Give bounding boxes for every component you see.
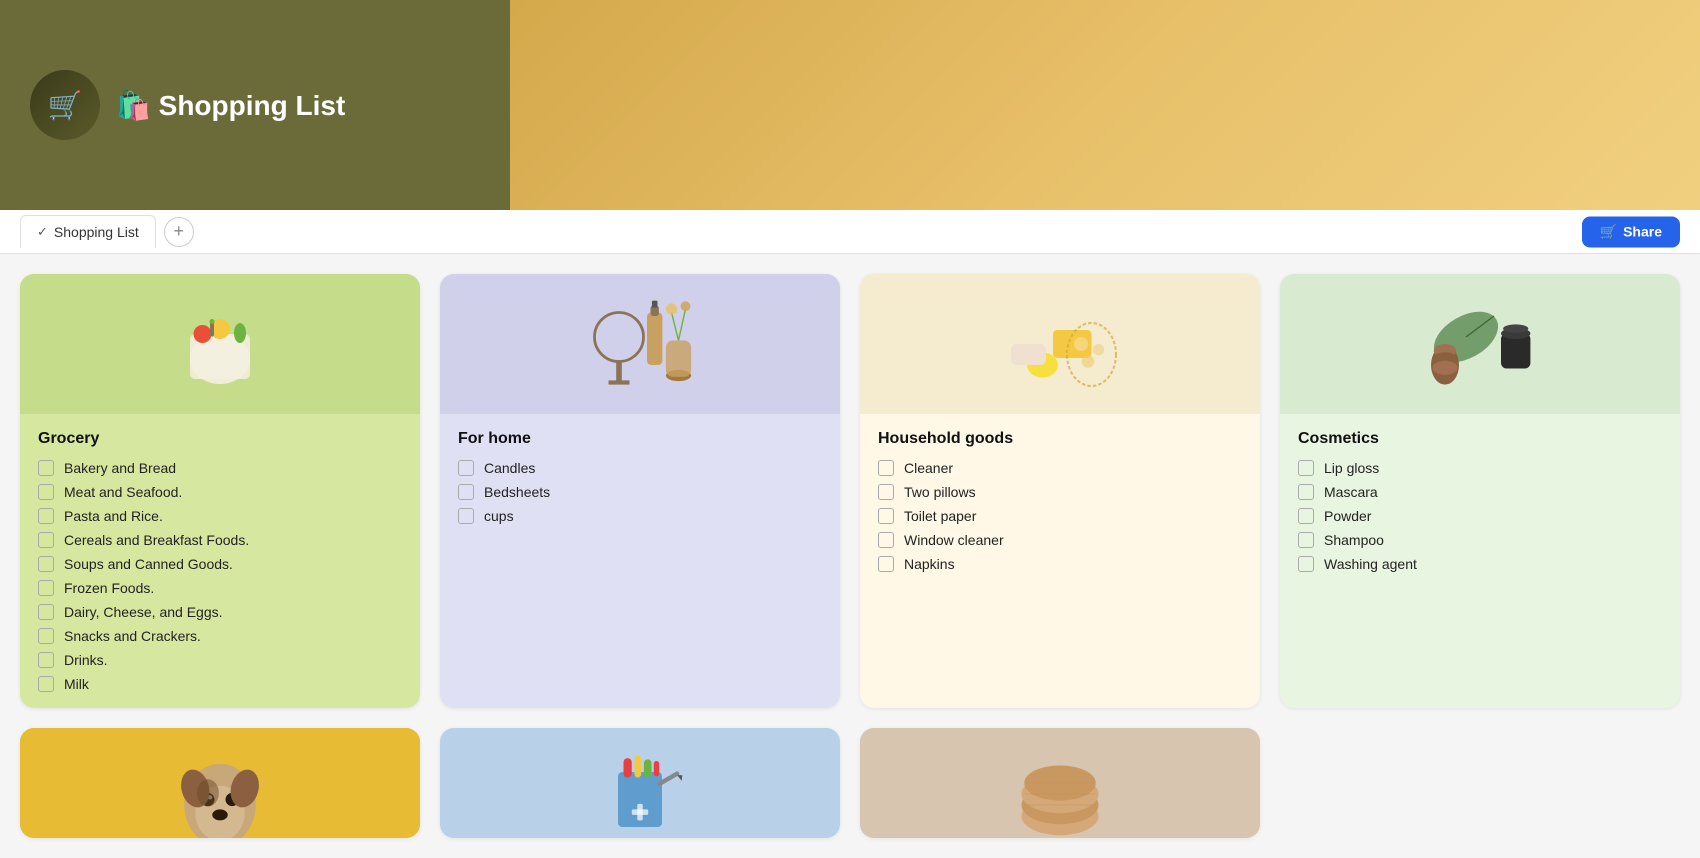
checkbox-dairy[interactable] (38, 604, 54, 620)
checkbox-lip-gloss[interactable] (1298, 460, 1314, 476)
checkbox-cups[interactable] (458, 508, 474, 524)
list-item: Pasta and Rice. (38, 508, 402, 524)
checkbox-toilet-paper[interactable] (878, 508, 894, 524)
list-item: Milk (38, 676, 402, 692)
checkbox-shampoo[interactable] (1298, 532, 1314, 548)
list-item: Washing agent (1298, 556, 1662, 572)
card-forhome-body: For home Candles Bedsheets cups (440, 414, 840, 540)
list-item: Toilet paper (878, 508, 1242, 524)
checkbox-bakery[interactable] (38, 460, 54, 476)
checkbox-cleaner[interactable] (878, 460, 894, 476)
main-grid: Grocery Bakery and Bread Meat and Seafoo… (0, 254, 1700, 858)
checkbox-pillows[interactable] (878, 484, 894, 500)
card-household-title: Household goods (878, 430, 1242, 448)
card-household: Household goods Cleaner Two pillows Toil… (860, 274, 1260, 708)
checkbox-frozen[interactable] (38, 580, 54, 596)
card-pets-image (20, 728, 420, 838)
card-pets (20, 728, 420, 838)
checkbox-powder[interactable] (1298, 508, 1314, 524)
list-item: Two pillows (878, 484, 1242, 500)
card-cosmetics-title: Cosmetics (1298, 430, 1662, 448)
card-pharmacy-image (440, 728, 840, 838)
list-item: Soups and Canned Goods. (38, 556, 402, 572)
avatar-image: 🛒 (30, 70, 100, 140)
card-forhome-title: For home (458, 430, 822, 448)
tab-bar: ✓ Shopping List + 🛒 Share (0, 210, 1700, 254)
share-button[interactable]: 🛒 Share (1582, 216, 1680, 247)
title-emoji: 🛍️ (116, 90, 159, 121)
page-title: 🛍️ Shopping List (116, 89, 345, 122)
card-cosmetics: Cosmetics Lip gloss Mascara Powder Shamp… (1280, 274, 1680, 708)
header: 🛒 🛍️ Shopping List (0, 0, 1700, 210)
avatar: 🛒 (30, 70, 100, 140)
tab-shopping-list[interactable]: ✓ Shopping List (20, 215, 156, 248)
list-item: Dairy, Cheese, and Eggs. (38, 604, 402, 620)
card-grocery: Grocery Bakery and Bread Meat and Seafoo… (20, 274, 420, 708)
list-item: Bedsheets (458, 484, 822, 500)
checkbox-drinks[interactable] (38, 652, 54, 668)
checkbox-pasta[interactable] (38, 508, 54, 524)
list-item: Drinks. (38, 652, 402, 668)
checkbox-napkins[interactable] (878, 556, 894, 572)
card-cosmetics-body: Cosmetics Lip gloss Mascara Powder Shamp… (1280, 414, 1680, 588)
header-banner (510, 0, 1700, 210)
list-item: Powder (1298, 508, 1662, 524)
add-tab-button[interactable]: + (164, 217, 194, 247)
card-grocery-image (20, 274, 420, 414)
card-knitwear (860, 728, 1260, 838)
checkbox-candles[interactable] (458, 460, 474, 476)
card-forhome-image (440, 274, 840, 414)
card-forhome: For home Candles Bedsheets cups (440, 274, 840, 708)
list-item: Lip gloss (1298, 460, 1662, 476)
tab-check-icon: ✓ (37, 224, 48, 240)
list-item: Mascara (1298, 484, 1662, 500)
checkbox-soups[interactable] (38, 556, 54, 572)
checkbox-mascara[interactable] (1298, 484, 1314, 500)
list-item: cups (458, 508, 822, 524)
checkbox-milk[interactable] (38, 676, 54, 692)
list-item: Cereals and Breakfast Foods. (38, 532, 402, 548)
list-item: Candles (458, 460, 822, 476)
card-grocery-title: Grocery (38, 430, 402, 448)
checkbox-washing-agent[interactable] (1298, 556, 1314, 572)
share-icon: 🛒 (1600, 223, 1617, 240)
list-item: Cleaner (878, 460, 1242, 476)
list-item: Window cleaner (878, 532, 1242, 548)
card-knitwear-image (860, 728, 1260, 838)
list-item: Meat and Seafood. (38, 484, 402, 500)
tab-label: Shopping List (54, 224, 139, 240)
card-household-image (860, 274, 1260, 414)
list-item: Napkins (878, 556, 1242, 572)
checkbox-meat[interactable] (38, 484, 54, 500)
list-item: Snacks and Crackers. (38, 628, 402, 644)
list-item: Shampoo (1298, 532, 1662, 548)
card-grocery-body: Grocery Bakery and Bread Meat and Seafoo… (20, 414, 420, 708)
list-item: Bakery and Bread (38, 460, 402, 476)
checkbox-window-cleaner[interactable] (878, 532, 894, 548)
list-item: Frozen Foods. (38, 580, 402, 596)
checkbox-snacks[interactable] (38, 628, 54, 644)
checkbox-bedsheets[interactable] (458, 484, 474, 500)
card-household-body: Household goods Cleaner Two pillows Toil… (860, 414, 1260, 588)
checkbox-cereals[interactable] (38, 532, 54, 548)
header-left: 🛒 🛍️ Shopping List (0, 0, 510, 210)
card-cosmetics-image (1280, 274, 1680, 414)
card-pharmacy (440, 728, 840, 838)
